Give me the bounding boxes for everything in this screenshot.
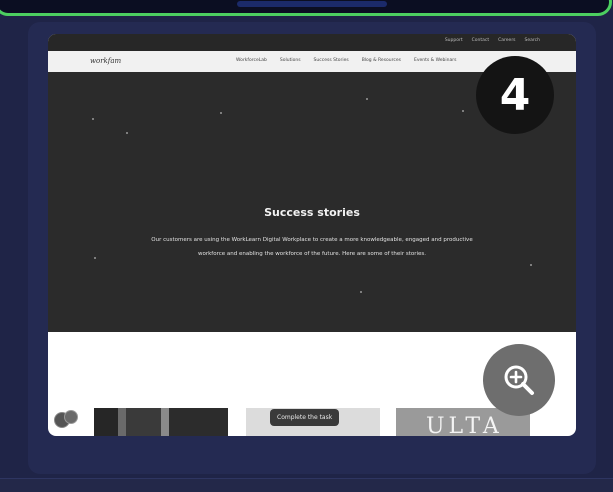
hero-text: Our customers are using the WorkLearn Di… [151, 237, 473, 257]
utility-link[interactable]: Support [445, 38, 463, 43]
site-logo[interactable]: workfam [90, 57, 121, 65]
next-step-card-edge[interactable] [0, 478, 613, 492]
nav-item[interactable]: Success Stories [314, 58, 349, 63]
decorative-dot [366, 98, 368, 100]
previous-step-card[interactable] [0, 0, 612, 16]
story-thumbnail[interactable] [94, 408, 228, 436]
thumbnail-text: ULTA [426, 414, 503, 436]
previous-step-card-content [237, 1, 387, 7]
utility-links: Support Contact Careers Search [445, 38, 540, 43]
site-utility-bar: Support Contact Careers Search [48, 34, 576, 51]
site-nav: WorkforceLab Solutions Success Stories B… [236, 58, 456, 63]
badge-circle [64, 410, 78, 424]
nav-item[interactable]: WorkforceLab [236, 58, 267, 63]
nav-item[interactable]: Blog & Resources [362, 58, 401, 63]
nav-item[interactable]: Events & Webinars [414, 58, 456, 63]
decorative-dot [530, 264, 532, 266]
zoom-in-icon [504, 365, 534, 395]
decorative-dot [462, 110, 464, 112]
hero-title: Success stories [264, 206, 360, 219]
badge-icon [54, 410, 82, 430]
decorative-dot [220, 112, 222, 114]
decorative-dot [94, 257, 96, 259]
utility-link[interactable]: Contact [472, 38, 490, 43]
decorative-dot [92, 118, 94, 120]
decorative-dot [360, 291, 362, 293]
zoom-button[interactable] [483, 344, 555, 416]
step-tooltip: Complete the task [270, 409, 340, 426]
nav-item[interactable]: Solutions [280, 58, 301, 63]
utility-link[interactable]: Search [525, 38, 540, 43]
utility-link[interactable]: Careers [498, 38, 515, 43]
decorative-dot [126, 132, 128, 134]
step-number-badge: 4 [476, 56, 554, 134]
